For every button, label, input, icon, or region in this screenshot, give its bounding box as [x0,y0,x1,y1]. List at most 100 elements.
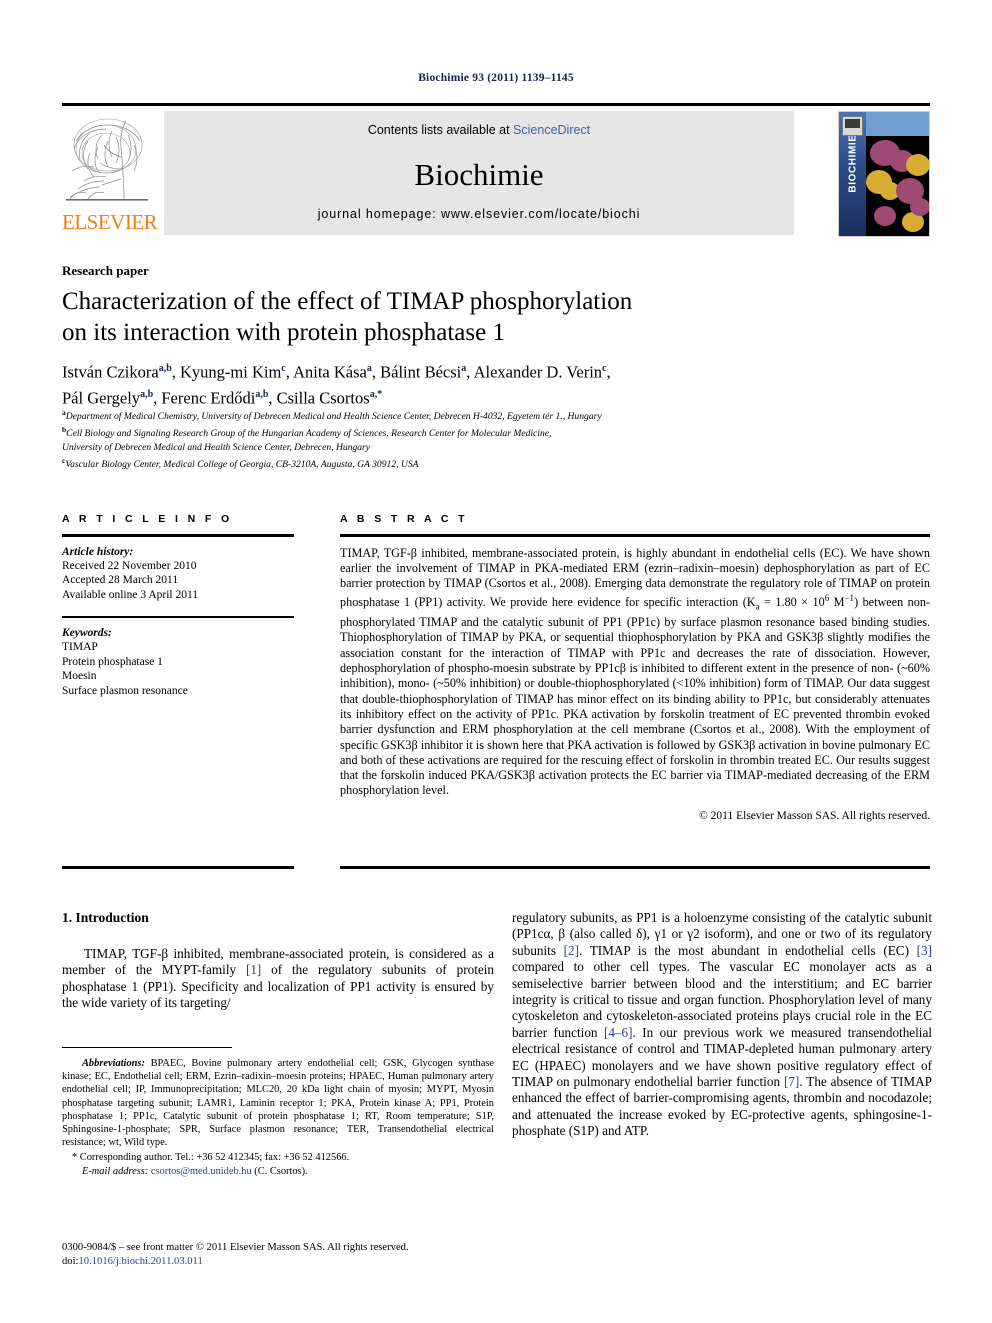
intro-paragraph-left: TIMAP, TGF-β inhibited, membrane-associa… [62,946,494,1012]
imprint-block: 0300-9084/$ – see front matter © 2011 El… [62,1241,502,1268]
journal-homepage[interactable]: journal homepage: www.elsevier.com/locat… [164,207,794,221]
cover-top-band [866,112,929,136]
citation-ref-3[interactable]: [3] [917,943,932,958]
email-suffix: (C. Csortos). [251,1165,308,1177]
info-bottom-rule [62,866,294,869]
journal-title: Biochimie [414,157,544,192]
cover-artwork-protein [866,136,929,236]
article-info-column: A R T I C L E I N F O Article history: R… [62,513,294,698]
author-name[interactable]: Alexander D. Verin [474,363,602,382]
imprint-doi-line: doi:10.1016/j.biochi.2011.03.011 [62,1255,502,1269]
elsevier-wordmark: ELSEVIER [62,210,158,234]
article-type-label: Research paper [62,263,149,278]
article-history-label: Article history: [62,545,134,558]
corresponding-author-note: * Corresponding author. Tel.: +36 52 412… [72,1152,350,1164]
elsevier-logo: ELSEVIER [62,111,158,235]
author-sep: , [171,362,180,382]
author-affiliation-mark: a,b [140,388,154,400]
title-line-2: on its interaction with protein phosphat… [62,319,505,346]
doi-link[interactable]: 10.1016/j.biochi.2011.03.011 [78,1256,202,1267]
abbreviations-label: Abbreviations: [82,1058,145,1069]
history-item: Available online 3 April 2011 [62,588,199,601]
author-list: István Czikoraa,b, Kyung-mi Kimc, Anita … [62,358,862,409]
running-head: Biochimie 93 (2011) 1139–1145 [418,72,574,84]
cover-logo-inner [845,119,860,128]
author-sep: , [285,362,294,382]
affiliation-item: cVascular Biology Center, Medical Colleg… [62,454,862,471]
body-left-column: 1. Introduction TIMAP, TGF-β inhibited, … [62,910,494,1012]
cover-publisher-logo-icon [842,116,863,136]
abstract-exponent-minus1: −1 [844,593,855,604]
citation-ref-7[interactable]: [7] [784,1074,799,1089]
abstract-part-2: = 1.80 × 10 [759,595,825,610]
contents-available-line: Contents lists available at ScienceDirec… [164,123,794,137]
keyword-item: TIMAP [62,641,98,654]
article-info-heading: A R T I C L E I N F O [62,513,233,525]
affiliation-list: aDepartment of Medical Chemistry, Univer… [62,406,862,471]
body-right-column: regulatory subunits, as PP1 is a holoenz… [512,910,932,1140]
paper-page: Biochimie 93 (2011) 1139–1145 ELSEVIER C… [0,0,992,1323]
section-heading-introduction: 1. Introduction [62,910,149,925]
author-name[interactable]: Kyung-mi Kim [180,363,281,382]
author-affiliation-mark: a,b [158,363,172,374]
author-name[interactable]: István Czikora [62,363,159,382]
intro-paragraph-right: regulatory subunits, as PP1 is a holoenz… [512,910,932,1140]
keywords-rule [62,616,294,618]
email-label: E-mail address: [82,1165,149,1177]
keyword-item: Surface plasmon resonance [62,684,188,697]
author-name[interactable]: Csilla Csortos [277,388,370,407]
abstract-rule [340,534,930,537]
author-sep: , [606,362,611,382]
abstract-column: A B S T R A C T TIMAP, TGF-β inhibited, … [340,513,930,822]
author-name[interactable]: Anita Kása [293,363,367,382]
article-history-block: Article history: Received 22 November 20… [62,545,294,603]
affiliation-text: University of Debrecen Medical and Healt… [62,441,371,453]
journal-cover-thumbnail[interactable]: BIOCHIMIE [838,111,930,237]
keywords-block: Keywords: TIMAP Protein phosphatase 1 Mo… [62,626,294,698]
citation-ref-2[interactable]: [2] [564,943,579,958]
keyword-item: Protein phosphatase 1 [62,655,163,668]
elsevier-tree-svg [64,111,150,207]
author-affiliation-mark: a,b [255,388,269,400]
author-sep: , [371,362,381,382]
imprint-copyright-line: 0300-9084/$ – see front matter © 2011 El… [62,1242,409,1253]
abstract-copyright: © 2011 Elsevier Masson SAS. All rights r… [699,809,930,822]
abbreviations-text: BPAEC, Bovine pulmonary artery endotheli… [62,1058,494,1149]
history-item: Accepted 28 March 2011 [62,574,179,587]
affiliation-text: Department of Medical Chemistry, Univers… [65,411,602,423]
doi-label: doi: [62,1255,79,1267]
citation-ref-4-6[interactable]: [4–6] [604,1025,633,1040]
article-info-rule [62,534,294,537]
keywords-label: Keywords: [62,626,112,639]
author-name[interactable]: Pál Gergely [62,388,140,407]
contents-prefix: Contents lists available at [367,123,514,137]
abstract-heading: A B S T R A C T [340,513,468,525]
affiliation-text: Vascular Biology Center, Medical College… [65,459,419,471]
footnote-block: Abbreviations: BPAEC, Bovine pulmonary a… [62,1057,494,1178]
keyword-item: Moesin [62,670,97,683]
abstract-text: TIMAP, TGF-β inhibited, membrane-associa… [340,546,930,799]
affiliation-item: aDepartment of Medical Chemistry, Univer… [62,406,862,423]
journal-band: Contents lists available at ScienceDirec… [164,111,794,235]
abstract-part-4: ) between non-phosphorylated TIMAP and t… [340,595,930,798]
abstract-bottom-rule [340,866,930,869]
intro-right-text-b: . TIMAP is the most abundant in endothel… [579,942,917,958]
abbreviations-note: Abbreviations: BPAEC, Bovine pulmonary a… [62,1057,494,1149]
author-sep: , [466,362,474,382]
sciencedirect-link[interactable]: ScienceDirect [513,123,590,137]
author-affiliation-mark: a,* [369,388,383,400]
author-name[interactable]: Bálint Bécsi [380,363,461,382]
author-name[interactable]: Ferenc Erdődi [161,388,255,407]
elsevier-tree-icon [64,111,150,207]
masthead-top-rule [62,103,930,106]
abstract-part-3: M [829,595,845,610]
affiliation-item: bCell Biology and Signaling Research Gro… [62,423,862,440]
email-link[interactable]: csortos@med.unideb.hu [151,1166,252,1177]
footnote-separator-rule [62,1047,232,1049]
journal-masthead: ELSEVIER Contents lists available at Sci… [62,103,930,239]
citation-ref-1[interactable]: [1] [246,962,261,977]
author-sep: , [268,388,277,407]
affiliation-text: Cell Biology and Signaling Research Grou… [66,428,552,440]
history-item: Received 22 November 2010 [62,559,197,572]
title-line-1: Characterization of the effect of TIMAP … [62,288,633,315]
